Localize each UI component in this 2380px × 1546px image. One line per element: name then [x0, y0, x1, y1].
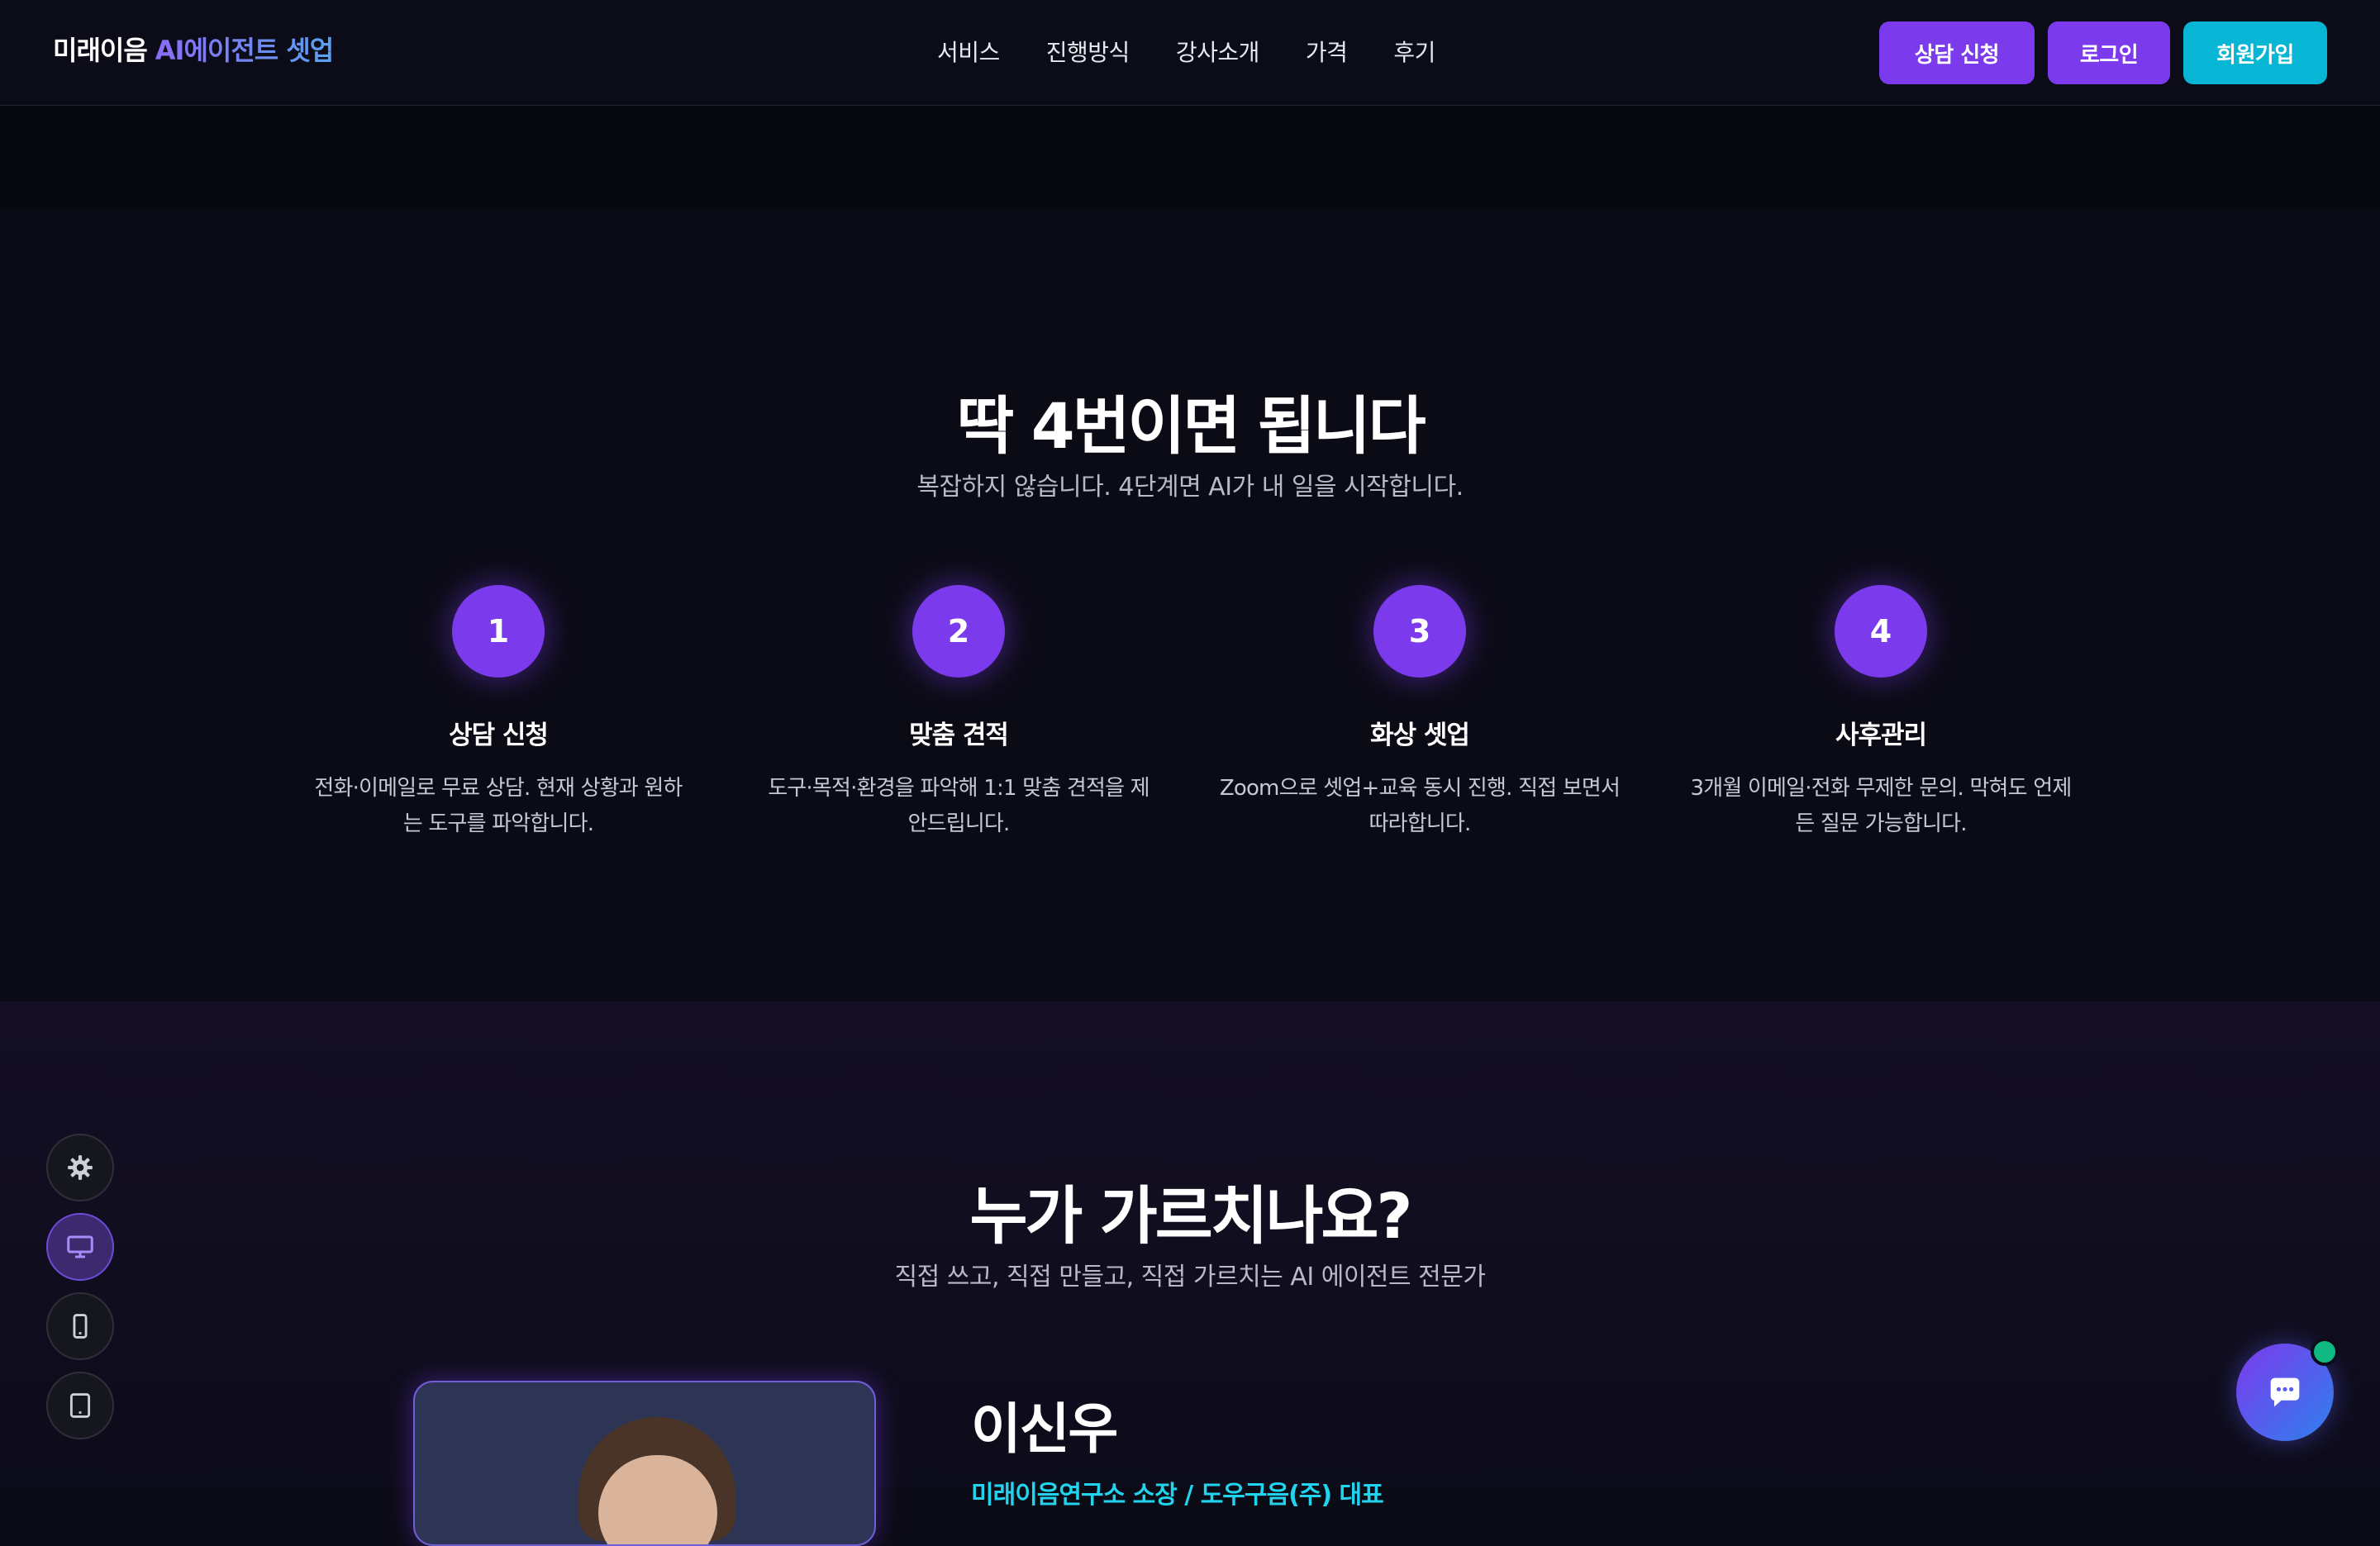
step-description-line: 도구·목적·환경을 파악해 1:1 맞춤 견적을 제	[768, 776, 1150, 801]
tablet-icon	[69, 1393, 91, 1418]
process-title: 딱 4번이면 됩니다	[956, 389, 1426, 463]
instructor-photo-card	[413, 1381, 876, 1546]
mobile-view-button[interactable]	[46, 1292, 114, 1360]
instructor-name: 이신우	[971, 1397, 1118, 1461]
process-subtitle: 복잡하지 않습니다. 4단계면 AI가 내 일을 시작합니다.	[916, 473, 1464, 502]
step-description-line: 따라합니다.	[1368, 811, 1471, 836]
step-number-badge: 3	[1373, 585, 1466, 678]
step-description: Zoom으로 셋업+교육 동시 진행. 직접 보면서 따라합니다.	[1205, 771, 1635, 842]
nav-item-pricing[interactable]: 가격	[1306, 35, 1348, 68]
login-button[interactable]: 로그인	[2048, 21, 2170, 84]
nav-item-reviews[interactable]: 후기	[1393, 35, 1435, 68]
step-description: 도구·목적·환경을 파악해 1:1 맞춤 견적을 제 안드립니다.	[744, 771, 1173, 842]
settings-button[interactable]	[46, 1134, 114, 1201]
step-card: 1 상담 신청 전화·이메일로 무료 상담. 현재 상황과 원하 는 도구를 파…	[283, 585, 713, 842]
instructor-role: 미래이음연구소 소장 / 도우구음(주) 대표	[971, 1481, 1384, 1510]
step-title: 상담 신청	[449, 721, 549, 750]
step-title: 화상 셋업	[1370, 721, 1470, 750]
step-number-badge: 4	[1835, 585, 1927, 678]
instructor-section: 누가 가르치나요? 직접 쓰고, 직접 만들고, 직접 가르치는 AI 에이전트…	[0, 1001, 2380, 1546]
step-description-line: 3개월 이메일·전화 무제한 문의. 막혀도 언제	[1690, 776, 2072, 801]
gear-icon	[68, 1155, 93, 1180]
desktop-icon	[67, 1235, 93, 1258]
step-description-line: 안드립니다.	[907, 811, 1010, 836]
step-description: 전화·이메일로 무료 상담. 현재 상황과 원하 는 도구를 파악합니다.	[283, 771, 713, 842]
chat-bubble-icon	[2270, 1377, 2300, 1407]
step-number-badge: 1	[452, 585, 545, 678]
step-title: 맞춤 견적	[909, 721, 1009, 750]
logo-accent-text: AI에이전트 셋업	[155, 35, 334, 66]
consult-request-button[interactable]: 상담 신청	[1879, 21, 2035, 84]
step-description-line: 전화·이메일로 무료 상담. 현재 상황과 원하	[314, 776, 683, 801]
logo-main-text: 미래이음	[53, 35, 148, 66]
nav-item-services[interactable]: 서비스	[937, 35, 1000, 68]
step-title: 사후관리	[1835, 721, 1927, 750]
site-logo[interactable]: 미래이음 AI에이전트 셋업	[53, 30, 334, 68]
step-description-line: 는 도구를 파악합니다.	[402, 811, 594, 836]
online-status-dot	[2311, 1338, 2339, 1366]
nav-item-instructor[interactable]: 강사소개	[1176, 35, 1260, 68]
tablet-view-button[interactable]	[46, 1372, 114, 1439]
step-card: 2 맞춤 견적 도구·목적·환경을 파악해 1:1 맞춤 견적을 제 안드립니다…	[744, 585, 1173, 842]
main-nav: 서비스 진행방식 강사소개 가격 후기	[937, 35, 1435, 68]
step-description-line: 든 질문 가능합니다.	[1795, 811, 1967, 836]
process-section: 딱 4번이면 됩니다 복잡하지 않습니다. 4단계면 AI가 내 일을 시작합니…	[0, 208, 2380, 1001]
signup-button[interactable]: 회원가입	[2183, 21, 2327, 84]
step-card: 4 사후관리 3개월 이메일·전화 무제한 문의. 막혀도 언제 든 질문 가능…	[1666, 585, 2096, 842]
instructor-title: 누가 가르치나요?	[969, 1179, 1413, 1253]
mobile-icon	[73, 1314, 88, 1339]
desktop-view-button[interactable]	[46, 1213, 114, 1281]
top-navbar: 미래이음 AI에이전트 셋업 서비스 진행방식 강사소개 가격 후기 상담 신청 …	[0, 0, 2380, 106]
step-card: 3 화상 셋업 Zoom으로 셋업+교육 동시 진행. 직접 보면서 따라합니다…	[1205, 585, 1635, 842]
step-number-badge: 2	[912, 585, 1005, 678]
nav-item-process[interactable]: 진행방식	[1046, 35, 1130, 68]
hero-bottom-band	[0, 106, 2380, 208]
instructor-subtitle: 직접 쓰고, 직접 만들고, 직접 가르치는 AI 에이전트 전문가	[894, 1263, 1486, 1292]
step-description: 3개월 이메일·전화 무제한 문의. 막혀도 언제 든 질문 가능합니다.	[1666, 771, 2096, 842]
step-description-line: Zoom으로 셋업+교육 동시 진행. 직접 보면서	[1219, 776, 1621, 801]
